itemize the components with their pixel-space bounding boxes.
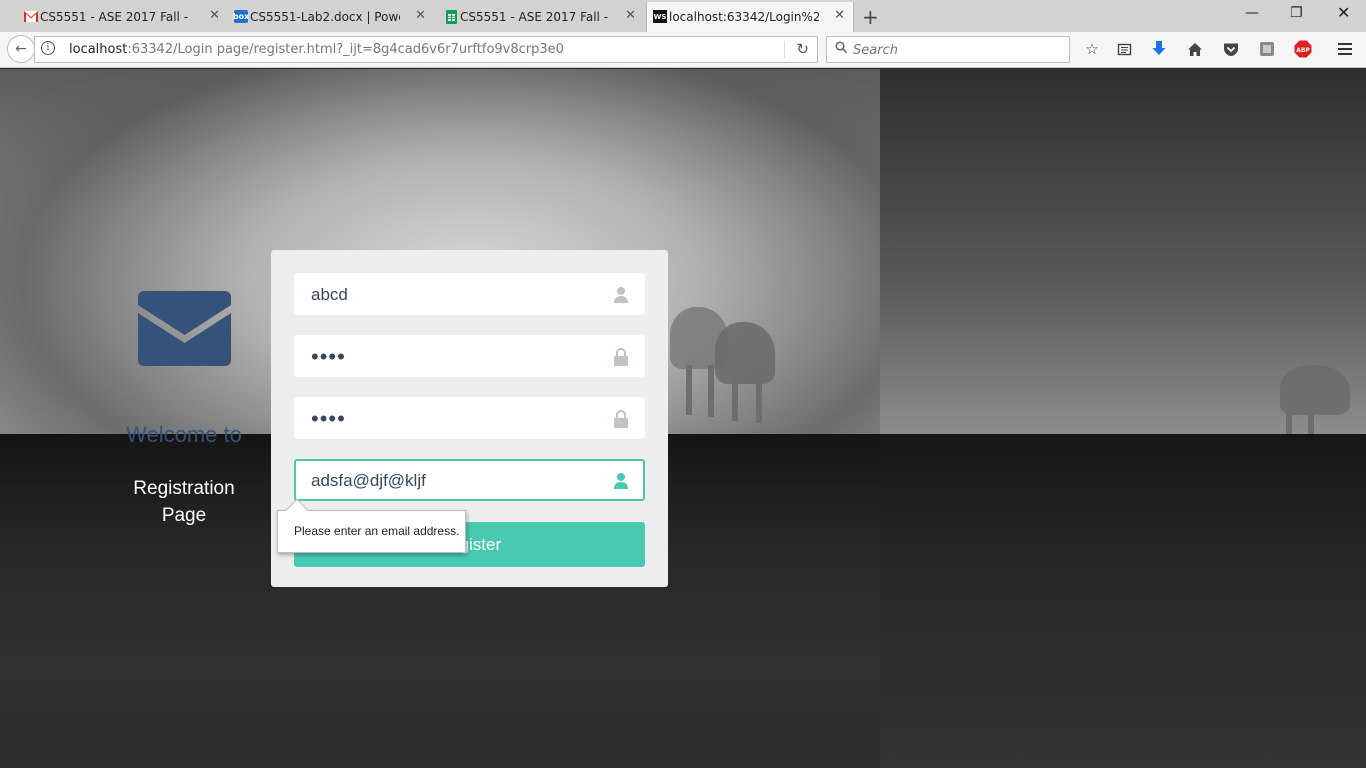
email-field bbox=[294, 459, 645, 501]
elephant-leg bbox=[732, 379, 738, 421]
user-icon bbox=[613, 472, 629, 490]
tab-strip: CS5551 - ASE 2017 Fall - Invit ✕ box CS5… bbox=[0, 0, 1366, 32]
reload-icon[interactable]: ↻ bbox=[796, 40, 809, 58]
page-title: Registration Page bbox=[133, 478, 235, 526]
validation-tooltip: Please enter an email address. bbox=[277, 498, 466, 553]
arrow-left-icon: ← bbox=[15, 41, 27, 57]
home-icon[interactable] bbox=[1186, 40, 1204, 58]
sheets-icon bbox=[444, 9, 458, 24]
page-content: Welcome to Registration Page abcd •••• •… bbox=[0, 69, 1366, 768]
close-icon[interactable]: ✕ bbox=[415, 8, 426, 23]
pocket-icon[interactable] bbox=[1222, 40, 1240, 58]
elephant-leg bbox=[1286, 409, 1292, 435]
url-text: localhost:63342/Login page/register.html… bbox=[69, 42, 564, 57]
lock-icon bbox=[613, 347, 629, 366]
elephant-shape bbox=[1280, 365, 1350, 415]
confirm-password-input[interactable] bbox=[311, 407, 601, 431]
password-field bbox=[294, 335, 645, 377]
close-icon[interactable]: ✕ bbox=[834, 8, 845, 23]
tab-title: CS5551-Lab2.docx | Powered bbox=[250, 10, 400, 24]
tab-gmail[interactable]: CS5551 - ASE 2017 Fall - Invit ✕ bbox=[18, 2, 228, 32]
window-close-button[interactable]: ✕ bbox=[1337, 3, 1350, 22]
url-bar[interactable]: i localhost:63342/Login page/register.ht… bbox=[34, 36, 818, 63]
minimize-button[interactable]: — bbox=[1245, 5, 1259, 21]
bookmark-star-icon[interactable]: ☆ bbox=[1083, 40, 1101, 58]
menu-icon[interactable] bbox=[1336, 40, 1354, 58]
site-info-icon[interactable]: i bbox=[41, 41, 55, 55]
background-image bbox=[880, 69, 1366, 768]
extension-icon[interactable] bbox=[1258, 40, 1276, 58]
email-input[interactable] bbox=[311, 469, 601, 493]
close-icon[interactable]: ✕ bbox=[625, 8, 636, 23]
tab-title: CS5551 - ASE 2017 Fall - Goo bbox=[460, 10, 610, 24]
confirm-password-field bbox=[294, 397, 645, 439]
adblock-icon[interactable]: ABP bbox=[1294, 40, 1312, 58]
lock-icon bbox=[613, 409, 629, 428]
ground-shadow bbox=[880, 434, 1366, 768]
tab-title: CS5551 - ASE 2017 Fall - Invit bbox=[40, 10, 190, 24]
download-icon[interactable] bbox=[1150, 40, 1168, 58]
username-field bbox=[294, 273, 645, 315]
username-input[interactable] bbox=[311, 283, 601, 307]
back-button[interactable]: ← bbox=[7, 35, 35, 63]
webstorm-icon: WS bbox=[653, 10, 667, 23]
elephant-shape bbox=[715, 322, 775, 384]
reading-list-icon[interactable] bbox=[1115, 40, 1133, 58]
box-icon: box bbox=[232, 10, 250, 23]
tab-title: localhost:63342/Login%20pa bbox=[669, 10, 819, 24]
search-input[interactable] bbox=[853, 40, 1053, 60]
elephant-leg bbox=[686, 365, 692, 415]
envelope-icon bbox=[138, 291, 231, 366]
search-icon bbox=[835, 41, 848, 57]
tooltip-text: Please enter an email address. bbox=[294, 524, 460, 538]
user-icon bbox=[613, 286, 629, 304]
search-bar[interactable] bbox=[826, 36, 1070, 63]
elephant-leg bbox=[708, 365, 714, 417]
welcome-heading: Welcome to bbox=[126, 422, 242, 447]
adblock-badge: ABP bbox=[1296, 47, 1310, 54]
close-icon[interactable]: ✕ bbox=[209, 8, 220, 23]
nav-bar: ← i localhost:63342/Login page/register.… bbox=[0, 32, 1366, 68]
tab-localhost[interactable]: WS localhost:63342/Login%20pa ✕ bbox=[646, 2, 854, 32]
divider bbox=[784, 41, 785, 58]
tab-sheets[interactable]: CS5551 - ASE 2017 Fall - Goo ✕ bbox=[438, 2, 644, 32]
elephant-leg bbox=[1308, 409, 1314, 435]
password-input[interactable] bbox=[311, 345, 601, 369]
restore-button[interactable]: ❐ bbox=[1290, 5, 1303, 21]
gmail-icon bbox=[24, 10, 38, 23]
elephant-leg bbox=[756, 379, 762, 423]
tab-box[interactable]: box CS5551-Lab2.docx | Powered ✕ bbox=[228, 2, 434, 32]
new-tab-button[interactable]: + bbox=[862, 5, 879, 29]
